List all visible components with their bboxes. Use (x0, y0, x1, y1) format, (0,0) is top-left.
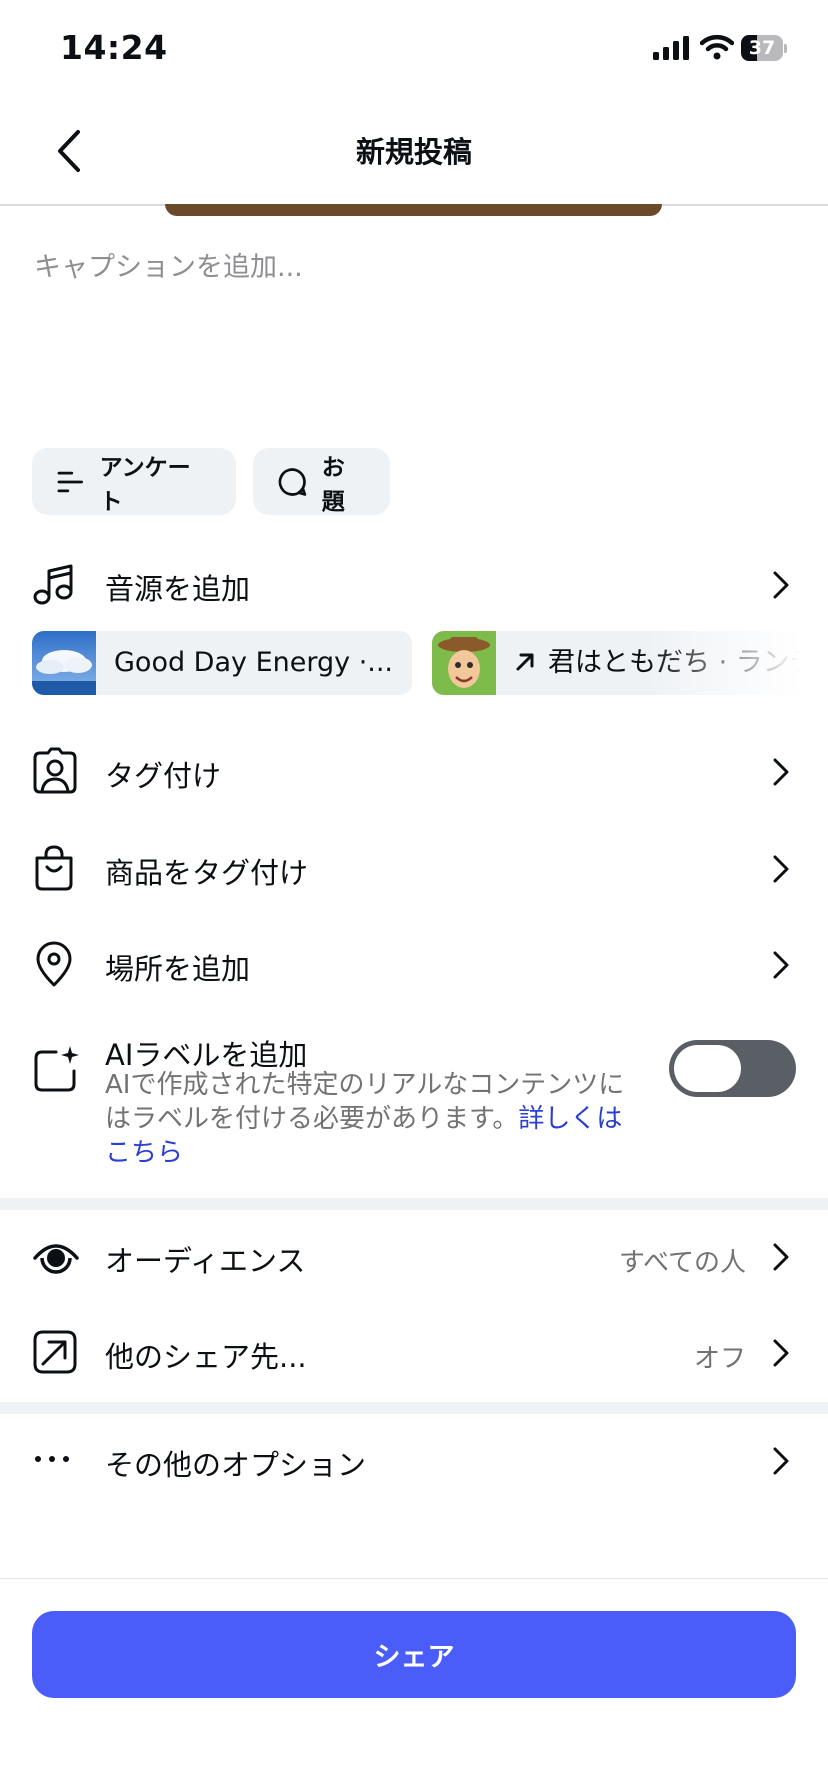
chevron-right-icon (773, 951, 789, 979)
poll-icon (57, 471, 84, 492)
audience-value: すべての人 (618, 1248, 746, 1278)
status-bar: 14:24 37 (0, 0, 828, 100)
chevron-right-icon (773, 1243, 789, 1271)
tag-people-label: タグ付け (105, 759, 222, 793)
more-options-label: その他のオプション (105, 1448, 367, 1482)
prompt-chip-label: お題 (321, 454, 345, 515)
prompt-chip[interactable]: お題 (253, 448, 390, 515)
ai-label-toggle[interactable] (669, 1040, 796, 1097)
audience-row[interactable]: オーディエンス すべての人 (0, 1230, 828, 1284)
cellular-signal-icon (653, 36, 689, 60)
ai-sparkle-icon (34, 1046, 79, 1092)
add-music-row[interactable]: 音源を追加 (0, 560, 828, 610)
album-art-cartoon (432, 631, 496, 695)
battery-percent: 37 (748, 37, 776, 59)
chevron-right-icon (773, 1447, 789, 1475)
add-music-label: 音源を追加 (105, 572, 251, 606)
chevron-left-icon (58, 130, 80, 172)
music-suggestion-1-title: Good Day Energy ·... (114, 647, 394, 678)
add-location-row[interactable]: 場所を追加 (0, 938, 828, 992)
arrow-up-right-icon (516, 653, 534, 671)
status-time: 14:24 (60, 28, 168, 67)
eye-audience-icon (33, 1244, 79, 1274)
tag-products-row[interactable]: 商品をタグ付け (0, 842, 828, 896)
ai-label-description: AIで作成された特定のリアルなコンテンツにはラベルを付ける必要があります。詳しく… (105, 1068, 645, 1170)
back-button[interactable] (44, 118, 94, 184)
share-out-icon (33, 1330, 77, 1374)
section-divider (0, 1402, 828, 1414)
photo-preview-edge[interactable] (165, 204, 662, 216)
nav-bar: 新規投稿 (0, 100, 828, 206)
share-to-value: オフ (693, 1344, 746, 1374)
section-divider (0, 1198, 828, 1210)
location-pin-icon (36, 941, 72, 987)
bottom-divider (0, 1578, 828, 1579)
battery-icon: 37 (741, 35, 787, 63)
share-to-label: 他のシェア先... (105, 1340, 307, 1374)
album-art-sky (32, 631, 96, 695)
scroll-fade (648, 620, 828, 710)
share-to-row[interactable]: 他のシェア先... オフ (0, 1326, 828, 1380)
music-suggestion-1[interactable]: Good Day Energy ·... (32, 631, 412, 695)
add-location-label: 場所を追加 (105, 952, 251, 986)
toggle-knob (674, 1045, 741, 1092)
chevron-right-icon (773, 571, 789, 599)
music-note-icon (33, 564, 73, 605)
more-options-row[interactable]: その他のオプション (0, 1434, 828, 1488)
chevron-right-icon (773, 855, 789, 883)
chevron-right-icon (773, 758, 789, 786)
shopping-bag-icon (35, 845, 73, 891)
share-button[interactable]: シェア (32, 1611, 796, 1698)
wifi-icon (700, 34, 734, 60)
tag-person-icon (33, 747, 77, 794)
caption-input[interactable] (34, 252, 794, 283)
tag-people-row[interactable]: タグ付け (0, 745, 828, 799)
more-dots-icon (35, 1456, 69, 1462)
audience-label: オーディエンス (105, 1244, 306, 1278)
poll-chip[interactable]: アンケート (32, 448, 236, 515)
tag-products-label: 商品をタグ付け (105, 856, 309, 890)
prompt-bubble-icon (278, 467, 307, 496)
page-title: 新規投稿 (355, 135, 472, 169)
chevron-right-icon (773, 1339, 789, 1367)
poll-chip-label: アンケート (99, 454, 191, 515)
